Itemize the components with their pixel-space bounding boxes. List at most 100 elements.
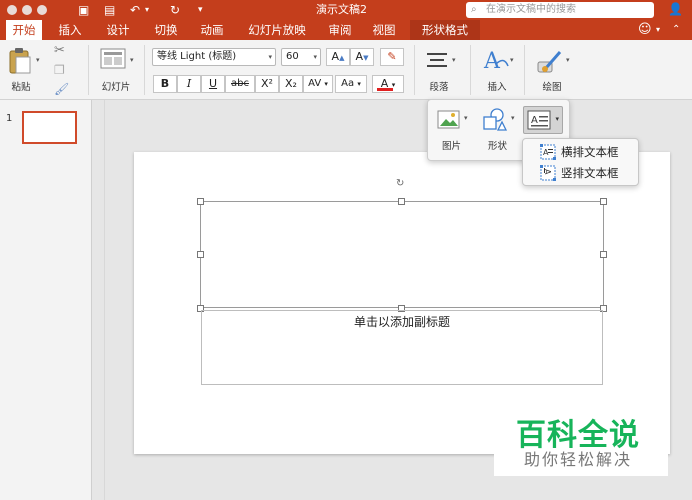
subtitle-placeholder[interactable]: 单击以添加副标题 (201, 310, 603, 385)
tab-transitions[interactable]: 切换 (148, 20, 184, 40)
collapse-ribbon-icon[interactable]: ⌃ (672, 24, 680, 35)
format-painter-icon[interactable]: 🖌 (54, 82, 69, 96)
font-color-button[interactable]: A ▾ (372, 75, 404, 93)
change-case-button[interactable]: Aa ▾ (335, 75, 367, 93)
slide-thumbnail[interactable] (22, 111, 77, 144)
share-user-icon[interactable]: 👤 (668, 2, 683, 16)
textbox-dropdown-icon: ▾ (555, 115, 559, 123)
undo-icon[interactable]: ↶ (130, 2, 140, 18)
smiley-feedback-icon[interactable]: ☺ (638, 22, 652, 37)
paint-brush-icon (537, 51, 562, 73)
clear-formatting-button[interactable]: ✎ (380, 48, 404, 66)
draw-button[interactable] (536, 48, 564, 77)
shape-dropdown-icon[interactable]: ▾ (511, 114, 515, 122)
horizontal-textbox-icon: A (540, 144, 556, 160)
insert-text-icon: A (483, 49, 509, 74)
character-spacing-button[interactable]: AV ▾ (303, 75, 333, 93)
insert-dropdown-icon[interactable]: ▾ (510, 56, 514, 64)
vertical-textbox-icon: A (540, 165, 556, 181)
minimize-window-button[interactable] (22, 5, 32, 15)
zoom-window-button[interactable] (37, 5, 47, 15)
paste-dropdown-icon[interactable]: ▾ (36, 56, 40, 64)
shape-button[interactable] (482, 108, 508, 135)
picture-button[interactable] (437, 110, 461, 133)
resize-handle[interactable] (398, 198, 405, 205)
underline-button[interactable]: U (201, 75, 225, 93)
feedback-dropdown-icon[interactable]: ▾ (656, 25, 660, 34)
save-icon[interactable]: ▤ (104, 2, 115, 18)
grow-font-label: A (331, 50, 340, 63)
tab-insert[interactable]: 插入 (52, 20, 88, 40)
title-bar: ▣ ▤ ↶ ▾ ↻ ▾ 演示文稿2 ⌕ 在演示文稿中的搜索 👤 (0, 0, 692, 20)
paste-button[interactable] (8, 46, 34, 79)
new-slide-dropdown-icon[interactable]: ▾ (130, 56, 134, 64)
vertical-textbox-label: 竖排文本框 (561, 166, 619, 180)
picture-dropdown-icon[interactable]: ▾ (464, 114, 468, 122)
paragraph-dropdown-icon[interactable]: ▾ (452, 56, 456, 64)
redo-icon[interactable]: ↻ (170, 2, 180, 18)
shrink-font-button[interactable]: A▼ (350, 48, 374, 66)
chevron-down-icon: ▾ (324, 80, 328, 88)
textbox-icon: A (527, 110, 551, 130)
watermark-subtitle: 助你轻松解决 (524, 450, 633, 469)
shape-label: 形状 (488, 141, 508, 152)
cut-icon[interactable]: ✂ (54, 43, 65, 58)
paragraph-label: 段落 (429, 82, 449, 93)
resize-handle[interactable] (600, 198, 607, 205)
italic-button[interactable]: I (177, 75, 201, 93)
insert-label: 插入 (487, 82, 507, 93)
resize-handle[interactable] (197, 251, 204, 258)
font-name-value: 等线 Light (标题) (157, 51, 237, 62)
rotate-handle-icon[interactable]: ↻ (396, 178, 404, 189)
subscript-button[interactable]: X₂ (279, 75, 303, 93)
insert-button[interactable]: A (482, 46, 510, 77)
tab-design[interactable]: 设计 (100, 20, 136, 40)
title-placeholder[interactable] (200, 201, 604, 308)
paragraph-button[interactable] (426, 50, 450, 73)
divider (144, 45, 145, 95)
paste-label: 粘贴 (11, 82, 31, 93)
font-size-select[interactable]: 60 ▾ (281, 48, 321, 66)
tab-shape-format[interactable]: 形状格式 (410, 20, 480, 40)
slide-layout-icon (100, 48, 126, 69)
menu-item-vertical-textbox[interactable]: A 竖排文本框 (523, 163, 638, 183)
resize-handle[interactable] (197, 198, 204, 205)
bold-button[interactable]: B (153, 75, 177, 93)
slide-thumbnail-panel (0, 100, 92, 500)
shapes-icon (483, 108, 508, 131)
eraser-icon: ✎ (387, 50, 397, 63)
clipboard-icon (9, 48, 31, 74)
undo-dropdown-icon[interactable]: ▾ (145, 2, 149, 18)
change-case-label: Aa (341, 78, 355, 89)
superscript-button[interactable]: X² (255, 75, 279, 93)
textbox-menu: A 横排文本框 A 竖排文本框 (522, 138, 639, 186)
tab-home[interactable]: 开始 (6, 20, 42, 40)
grow-font-button[interactable]: A▲ (326, 48, 350, 66)
menu-item-horizontal-textbox[interactable]: A 横排文本框 (523, 142, 638, 162)
ribbon-tabs: 开始 插入 设计 切换 动画 幻灯片放映 审阅 视图 形状格式 ☺ ▾ ⌃ (0, 20, 692, 40)
tab-view[interactable]: 视图 (366, 20, 402, 40)
resize-handle[interactable] (600, 251, 607, 258)
font-color-bar (377, 88, 393, 91)
search-placeholder: 在演示文稿中的搜索 (486, 4, 576, 15)
search-input[interactable]: ⌕ 在演示文稿中的搜索 (466, 2, 654, 18)
editor-scrollbar[interactable] (676, 100, 692, 500)
tab-review[interactable]: 审阅 (322, 20, 358, 40)
copy-icon[interactable]: ❐ (54, 63, 65, 77)
up-triangle-icon: ▲ (339, 54, 345, 62)
shrink-font-label: A (355, 50, 364, 63)
draw-dropdown-icon[interactable]: ▾ (566, 56, 570, 64)
tab-slideshow[interactable]: 幻灯片放映 (242, 20, 312, 40)
customize-toolbar-icon[interactable]: ▾ (198, 2, 203, 18)
tab-animations[interactable]: 动画 (194, 20, 230, 40)
font-name-select[interactable]: 等线 Light (标题) ▾ (152, 48, 276, 66)
ribbon: ▾ 粘贴 ✂ ❐ 🖌 ▾ 幻灯片 等线 Light (标题) ▾ 60 ▾ A▲… (0, 40, 692, 100)
new-slide-button[interactable] (100, 48, 128, 73)
textbox-button[interactable]: A ▾ (523, 106, 563, 134)
strikethrough-button[interactable]: abc (225, 75, 255, 93)
sidebar-toggle-icon[interactable]: ▣ (78, 2, 89, 18)
picture-icon (437, 110, 460, 129)
picture-label: 图片 (442, 141, 462, 152)
close-window-button[interactable] (7, 5, 17, 15)
font-size-value: 60 (286, 51, 299, 62)
